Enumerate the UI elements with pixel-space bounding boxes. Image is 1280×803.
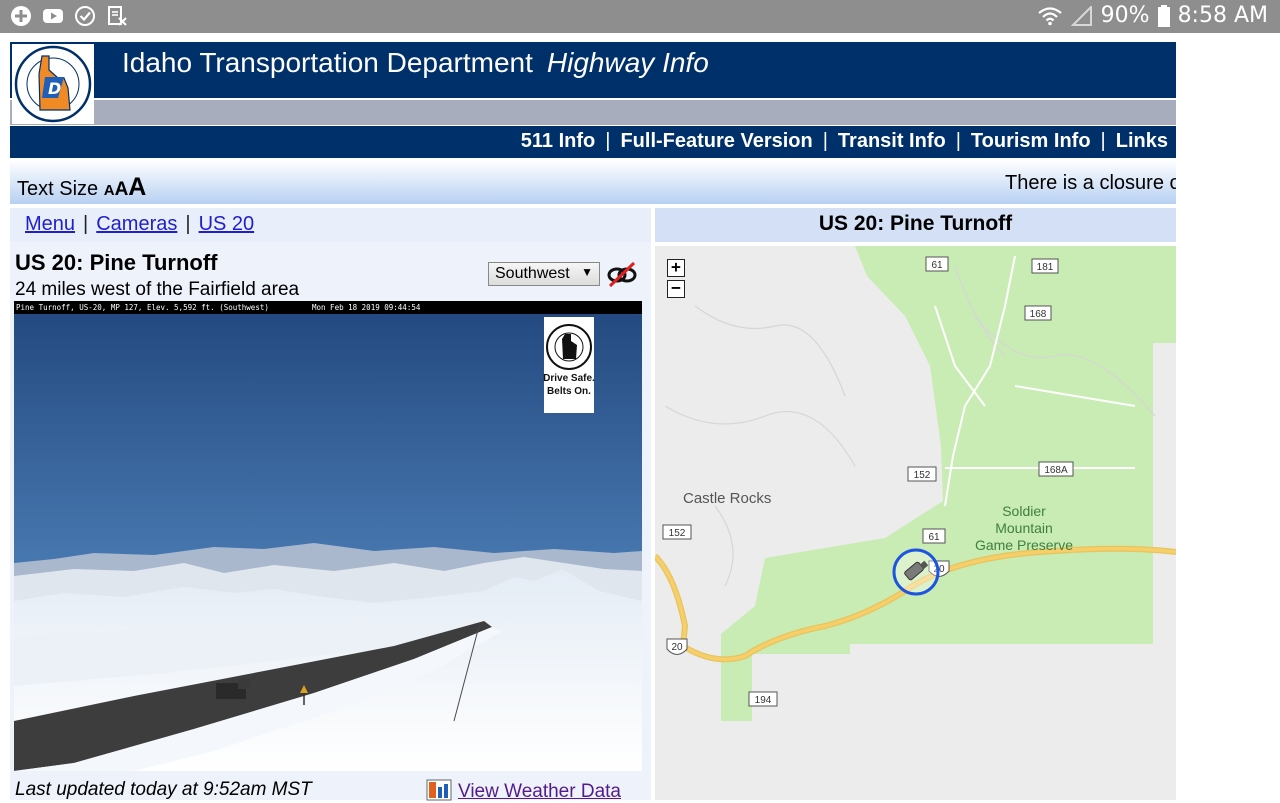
breadcrumb-menu[interactable]: Menu [25, 213, 75, 235]
route-shield-152-west: 152 [669, 528, 686, 539]
breadcrumb-us-20[interactable]: US 20 [199, 213, 255, 235]
camera-overlay-timestamp: Mon Feb 18 2019 09:44:54 [312, 303, 421, 312]
route-shield-152: 152 [914, 470, 931, 481]
signal-icon [1070, 5, 1092, 26]
view-weather-data-label: View Weather Data [458, 781, 621, 802]
nav-links: 511 Info | Full-Feature Version | Transit In… [521, 130, 1168, 153]
nav-separator: | [1100, 130, 1106, 152]
check-circle-icon [75, 6, 95, 26]
itd-logo[interactable]: D [12, 44, 94, 124]
text-size-medium-button[interactable]: A [115, 179, 129, 200]
map-zoom-out-button[interactable]: − [667, 280, 685, 298]
camera-overlay-caption: Pine Turnoff, US-20, MP 127, Elev. 5,592… [16, 303, 269, 312]
camera-sign-line-1: Drive Safe. [543, 373, 595, 384]
wifi-icon [1037, 6, 1062, 25]
text-size-small-button[interactable]: A [104, 182, 115, 199]
nav-link-tourism-info[interactable]: Tourism Info [971, 130, 1091, 152]
site-title: Idaho Transportation Department Highway I… [122, 47, 709, 79]
breadcrumb-separator: | [185, 213, 191, 235]
battery-percent: 90% [1100, 3, 1150, 28]
place-label-mountain: Mountain [995, 520, 1053, 536]
svg-text:D: D [48, 79, 61, 98]
route-shield-us-20-west: 20 [671, 642, 683, 653]
route-shield-61-south: 61 [928, 532, 940, 543]
text-size-bar: Text Size AAA There is a closure on [10, 160, 1176, 204]
weather-data-icon [426, 779, 452, 801]
breadcrumb: Menu | Cameras | US 20 [10, 208, 651, 242]
unlink-icon[interactable] [606, 260, 638, 288]
map-zoom-in-button[interactable]: + [667, 259, 685, 277]
nav-separator: | [955, 130, 961, 152]
site-header: Idaho Transportation Department Highway I… [10, 42, 1176, 98]
map-panel: US 20: Pine Turnoff 61 181 168 152 168A … [655, 208, 1176, 800]
map-canvas[interactable]: 61 181 168 152 168A 152 61 20 20 194 Cas… [655, 246, 1176, 800]
last-updated: Last updated today at 9:52am MST [15, 779, 312, 800]
top-nav: 511 Info | Full-Feature Version | Transit In… [10, 126, 1176, 158]
camera-image[interactable]: Pine Turnoff, US-20, MP 127, Elev. 5,592… [14, 301, 642, 771]
camera-description: 24 miles west of the Fairfield area [15, 279, 300, 300]
text-size-control: Text Size AAA [17, 173, 146, 202]
site-subtitle: Highway Info [546, 47, 709, 78]
map-title: US 20: Pine Turnoff [655, 208, 1176, 242]
status-bar: 90% 8:58 AM [0, 0, 1280, 33]
nav-link-full-feature-version[interactable]: Full-Feature Version [620, 130, 812, 152]
breadcrumb-cameras[interactable]: Cameras [96, 213, 177, 235]
route-shield-61: 61 [931, 260, 943, 271]
route-shield-194: 194 [755, 695, 772, 706]
text-size-large-button[interactable]: A [128, 173, 146, 201]
nav-separator: | [605, 130, 611, 152]
department-name: Idaho Transportation Department [122, 47, 533, 78]
place-label-game-preserve: Game Preserve [975, 537, 1073, 553]
camera-panel: Menu | Cameras | US 20 US 20: Pine Turnoff 2… [10, 208, 651, 803]
clock: 8:58 AM [1177, 3, 1268, 28]
view-weather-data-link[interactable]: View Weather Data [426, 779, 621, 803]
camera-title: US 20: Pine Turnoff [15, 250, 218, 275]
place-label-castle-rocks: Castle Rocks [683, 490, 771, 507]
camera-location-marker[interactable] [892, 548, 940, 596]
youtube-icon [43, 9, 63, 23]
nav-link-transit-info[interactable]: Transit Info [838, 130, 946, 152]
page: Idaho Transportation Department Highway I… [10, 42, 1176, 803]
nav-separator: | [822, 130, 828, 152]
document-icon [108, 6, 127, 26]
nav-link-511-info[interactable]: 511 Info [521, 130, 595, 152]
camera-sign-line-2: Belts On. [547, 386, 591, 397]
breadcrumb-separator: | [83, 213, 89, 235]
place-label-soldier: Soldier [1002, 503, 1046, 519]
dropdown-arrow-icon: ▼ [581, 265, 593, 279]
camera-map[interactable]: 61 181 168 152 168A 152 61 20 20 194 Cas… [655, 246, 1176, 800]
text-size-label: Text Size [17, 178, 99, 200]
nav-link-links[interactable]: Links [1116, 130, 1168, 152]
header-divider-band [10, 100, 1176, 125]
battery-icon [1157, 4, 1170, 27]
add-circle-icon [11, 6, 31, 26]
route-shield-181: 181 [1037, 262, 1054, 273]
direction-select-value: Southwest [495, 265, 570, 282]
direction-select[interactable]: Southwest ▼ [488, 262, 600, 286]
alert-ticker[interactable]: There is a closure on [1005, 172, 1176, 195]
route-shield-168a: 168A [1044, 465, 1068, 476]
route-shield-168: 168 [1030, 309, 1047, 320]
